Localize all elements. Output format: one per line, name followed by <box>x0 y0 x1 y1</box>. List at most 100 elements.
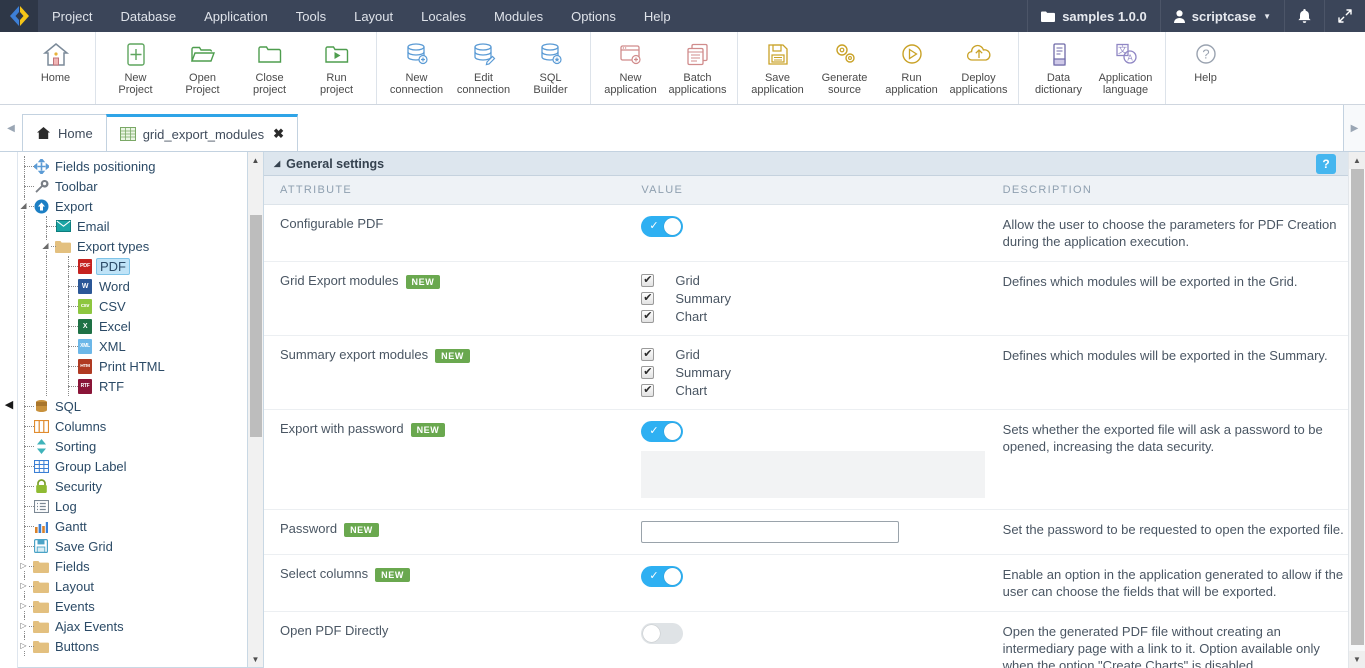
checkbox-summary[interactable]: ✔ <box>641 292 655 305</box>
tree-item-pdf[interactable]: PDF PDF <box>18 256 247 276</box>
tree-twisty-icon[interactable]: ◢ <box>18 200 29 211</box>
password-input[interactable] <box>641 521 900 543</box>
toggle-switch[interactable]: ✓ <box>641 421 684 442</box>
scroll-down-icon[interactable]: ▼ <box>248 651 263 667</box>
menu-item-application[interactable]: Application <box>190 0 282 32</box>
menu-item-options[interactable]: Options <box>557 0 630 32</box>
tree-item-events[interactable]: ▷ Events <box>18 596 247 616</box>
notifications-button[interactable] <box>1284 0 1324 32</box>
menu-item-locales[interactable]: Locales <box>407 0 480 32</box>
tree-item-export-types[interactable]: ◢ Export types <box>18 236 247 256</box>
tree-item-columns[interactable]: Columns <box>18 416 247 436</box>
tree-item-security[interactable]: Security <box>18 476 247 496</box>
general-settings-header[interactable]: ◢ General settings ? <box>264 152 1348 176</box>
menu-item-tools[interactable]: Tools <box>282 0 340 32</box>
tree-twisty-icon[interactable]: ▷ <box>18 600 29 611</box>
checkbox-row[interactable]: ✔ Grid <box>641 347 986 362</box>
menu-item-help[interactable]: Help <box>630 0 685 32</box>
tree-twisty-icon[interactable]: ◢ <box>40 240 51 251</box>
tree-item-sql[interactable]: SQL <box>18 396 247 416</box>
checkbox-grid[interactable]: ✔ <box>641 348 655 361</box>
toolbar-button-deploy-applications[interactable]: Deploy applications <box>945 32 1012 104</box>
tree-item-export[interactable]: ◢ Export <box>18 196 247 216</box>
tree-item-fields-positioning[interactable]: Fields positioning <box>18 156 247 176</box>
tree-item-csv[interactable]: csv CSV <box>18 296 247 316</box>
fullscreen-button[interactable] <box>1324 0 1365 32</box>
scriptcase-logo-icon[interactable] <box>0 0 38 32</box>
main-scroll-thumb[interactable] <box>1351 169 1364 645</box>
checkbox-row[interactable]: ✔ Summary <box>641 291 986 306</box>
toolbar-button-edit-connection[interactable]: Edit connection <box>450 32 517 104</box>
tree-twisty-icon[interactable]: ▷ <box>18 580 29 591</box>
tree-item-sorting[interactable]: Sorting <box>18 436 247 456</box>
checkbox-row[interactable]: ✔ Summary <box>641 365 986 380</box>
scroll-down-icon[interactable]: ▼ <box>1349 651 1365 668</box>
icon-toolbar: Home New Project Open Project Close project <box>0 32 1365 105</box>
help-badge[interactable]: ? <box>1316 154 1336 174</box>
toolbar-button-run-application[interactable]: Run application <box>878 32 945 104</box>
tab-scroll-left-icon[interactable]: ◀ <box>0 105 22 151</box>
tree-item-toolbar[interactable]: Toolbar <box>18 176 247 196</box>
checkbox-row[interactable]: ✔ Grid <box>641 273 986 288</box>
tab-grid-export-modules[interactable]: grid_export_modules ✖ <box>105 114 298 151</box>
main-scrollbar[interactable]: ▲ ▼ <box>1348 152 1365 668</box>
menu-item-project[interactable]: Project <box>38 0 106 32</box>
tree-item-save-grid[interactable]: Save Grid <box>18 536 247 556</box>
tree-item-ajax-events[interactable]: ▷ Ajax Events <box>18 616 247 636</box>
tree-item-buttons[interactable]: ▷ Buttons <box>18 636 247 656</box>
sidebar-scroll-thumb[interactable] <box>250 215 262 437</box>
tree-twisty-icon[interactable]: ▷ <box>18 560 29 571</box>
collapse-caret-icon[interactable]: ◢ <box>274 159 280 168</box>
scroll-up-icon[interactable]: ▲ <box>248 152 263 168</box>
checkbox-row[interactable]: ✔ Chart <box>641 309 986 324</box>
chevron-down-icon[interactable]: ▼ <box>1263 12 1271 21</box>
checkbox-chart[interactable]: ✔ <box>641 310 655 323</box>
tab-home[interactable]: Home <box>22 114 107 151</box>
tree-item-email[interactable]: Email <box>18 216 247 236</box>
toggle-switch[interactable] <box>641 623 684 644</box>
toolbar-button-run-project[interactable]: Run project <box>303 32 370 104</box>
checkbox-chart[interactable]: ✔ <box>641 384 655 397</box>
toolbar-button-close-project[interactable]: Close project <box>236 32 303 104</box>
toolbar-button-new-project[interactable]: New Project <box>102 32 169 104</box>
current-project[interactable]: samples 1.0.0 <box>1027 0 1160 32</box>
toolbar-button-batch-applications[interactable]: Batch applications <box>664 32 731 104</box>
checkbox-grid[interactable]: ✔ <box>641 274 655 287</box>
toggle-switch[interactable]: ✓ <box>641 216 684 237</box>
toolbar-button-new-application[interactable]: New application <box>597 32 664 104</box>
menu-item-layout[interactable]: Layout <box>340 0 407 32</box>
toolbar-button-new-connection[interactable]: New connection <box>383 32 450 104</box>
attribute-wrap: Password NEW <box>280 521 625 537</box>
tree-item-log[interactable]: Log <box>18 496 247 516</box>
collapse-left-icon[interactable]: ◀ <box>3 397 15 411</box>
checkbox-row[interactable]: ✔ Chart <box>641 383 986 398</box>
toolbar-button-open-project[interactable]: Open Project <box>169 32 236 104</box>
tree-item-gantt[interactable]: Gantt <box>18 516 247 536</box>
toolbar-button-home[interactable]: Home <box>22 32 89 104</box>
checkbox-summary[interactable]: ✔ <box>641 366 655 379</box>
close-icon[interactable]: ✖ <box>273 126 284 142</box>
tree-item-layout[interactable]: ▷ Layout <box>18 576 247 596</box>
toolbar-button-data-dictionary[interactable]: Data dictionary <box>1025 32 1092 104</box>
toggle-switch[interactable]: ✓ <box>641 566 684 587</box>
tree-item-word[interactable]: W Word <box>18 276 247 296</box>
toolbar-button-save-application[interactable]: Save application <box>744 32 811 104</box>
toolbar-button-application-language[interactable]: 文A Application language <box>1092 32 1159 104</box>
tree-item-excel[interactable]: X Excel <box>18 316 247 336</box>
toolbar-button-sql-builder[interactable]: SQL Builder <box>517 32 584 104</box>
sidebar-scrollbar[interactable]: ▲ ▼ <box>247 152 263 667</box>
tree-item-group-label[interactable]: Group Label <box>18 456 247 476</box>
tree-item-fields[interactable]: ▷ Fields <box>18 556 247 576</box>
toolbar-button-generate-source[interactable]: Generate source <box>811 32 878 104</box>
tree-twisty-icon[interactable]: ▷ <box>18 640 29 651</box>
tree-item-rtf[interactable]: RTF RTF <box>18 376 247 396</box>
scroll-up-icon[interactable]: ▲ <box>1349 152 1365 169</box>
tab-scroll-right-icon[interactable]: ▶ <box>1343 105 1365 151</box>
tree-item-print-html[interactable]: HTM Print HTML <box>18 356 247 376</box>
toolbar-button-help[interactable]: ? Help <box>1172 32 1239 104</box>
menu-item-modules[interactable]: Modules <box>480 0 557 32</box>
tree-twisty-icon[interactable]: ▷ <box>18 620 29 631</box>
menu-item-database[interactable]: Database <box>106 0 190 32</box>
user-menu[interactable]: scriptcase ▼ <box>1159 0 1284 32</box>
tree-item-xml[interactable]: XML XML <box>18 336 247 356</box>
